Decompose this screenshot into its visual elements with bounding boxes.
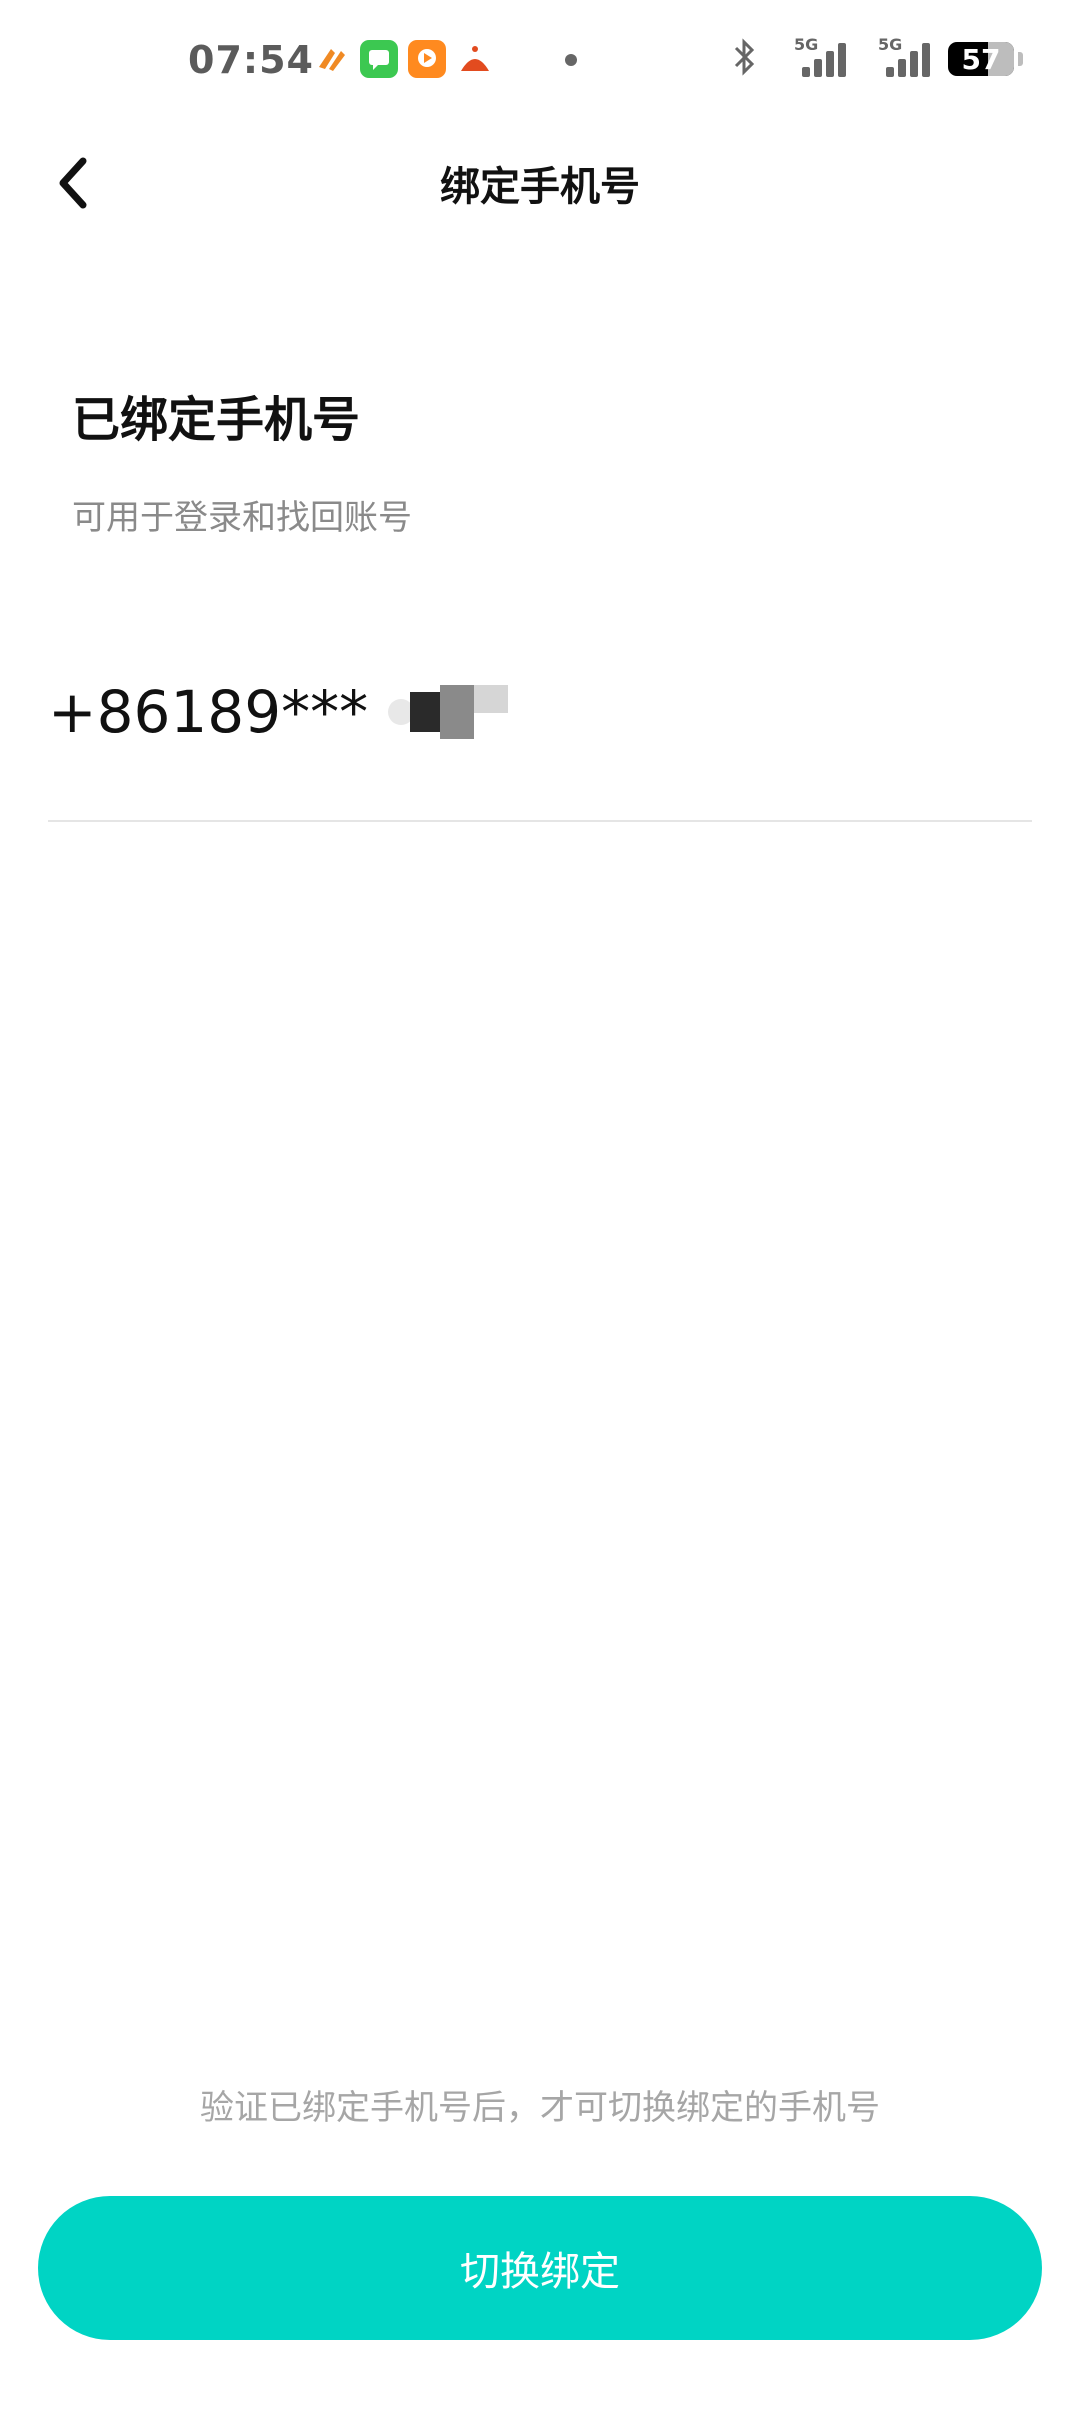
red-app-icon	[456, 40, 494, 78]
status-time: 07:54	[188, 38, 314, 82]
network-label-2: 5G	[878, 35, 903, 54]
orange-app-icon	[312, 40, 350, 78]
signal-icon-1: 5G	[780, 35, 846, 77]
section-title: 已绑定手机号	[72, 392, 361, 448]
video-app-icon	[408, 40, 446, 78]
network-label-1: 5G	[794, 35, 819, 54]
notification-icons	[312, 40, 494, 78]
bluetooth-icon	[728, 38, 762, 80]
status-dot	[565, 54, 577, 66]
message-app-icon	[360, 40, 398, 78]
signal-icon-2: 5G	[864, 35, 930, 77]
status-bar: 07:54 5G 5G 57	[0, 0, 1080, 120]
masked-digits	[388, 685, 509, 739]
switch-binding-button[interactable]: 切换绑定	[38, 2196, 1042, 2340]
bound-phone-number: +86189***	[48, 678, 509, 746]
battery-cap	[1018, 52, 1023, 66]
status-indicators: 5G 5G 57	[728, 35, 1023, 80]
navigation-bar: 绑定手机号	[0, 130, 1080, 230]
phone-number-text: +86189***	[48, 678, 369, 746]
page-title: 绑定手机号	[440, 164, 640, 210]
switch-hint: 验证已绑定手机号后，才可切换绑定的手机号	[200, 2088, 880, 2128]
divider	[48, 820, 1032, 822]
battery-icon: 57	[948, 42, 1014, 76]
section-subtitle: 可用于登录和找回账号	[72, 498, 412, 538]
battery-level: 57	[961, 42, 1001, 76]
